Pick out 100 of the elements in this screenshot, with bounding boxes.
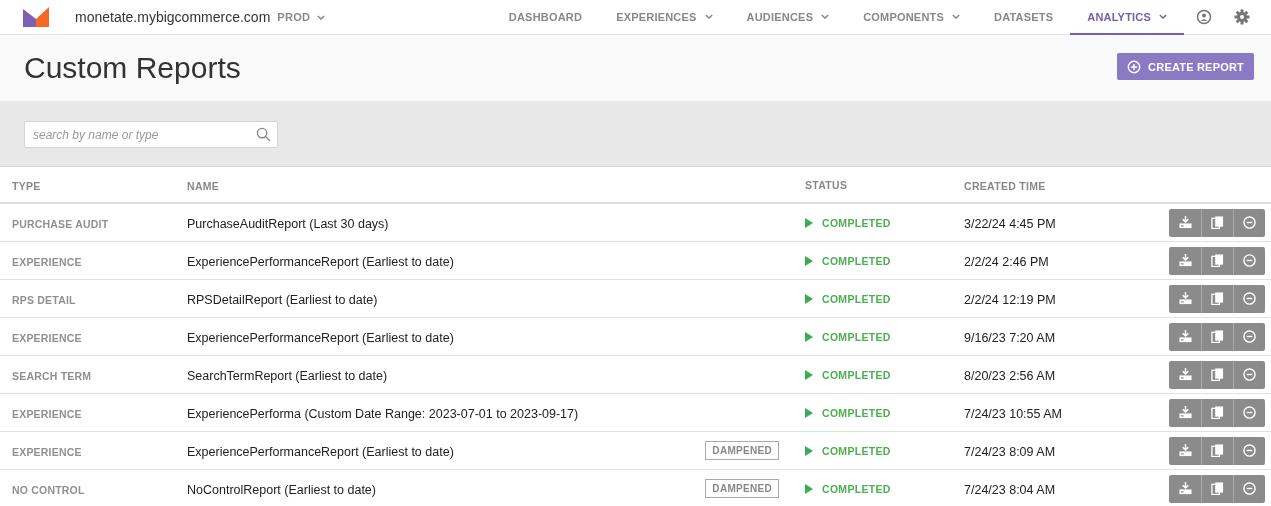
status-text: COMPLETED <box>822 292 891 305</box>
remove-button[interactable] <box>1233 474 1265 503</box>
table-cell: 8/20/23 2:56 AM <box>964 368 1056 383</box>
site-name: monetate.mybigcommerce.com <box>75 9 271 25</box>
status-text: COMPLETED <box>822 216 891 229</box>
copy-button[interactable] <box>1201 398 1233 427</box>
remove-button[interactable] <box>1233 360 1265 389</box>
environment-dropdown[interactable]: PROD <box>277 11 326 23</box>
table-cell: NO CONTROL <box>12 483 85 496</box>
table-cell: 2/2/24 12:19 PM <box>964 292 1056 307</box>
minus-circle-icon <box>1243 406 1256 419</box>
table-cell: ExperiencePerformanceReport (Earliest to date) <box>187 444 454 459</box>
nav-tab[interactable]: COMPONENTS <box>846 0 977 35</box>
table-cell: 7/24/23 8:09 AM <box>964 444 1056 459</box>
copy-button[interactable] <box>1201 284 1233 313</box>
play-icon <box>805 217 813 228</box>
column-header: CREATED TIME <box>964 179 1046 192</box>
table-cell: ExperiencePerformanceReport (Earliest to date) <box>187 254 454 269</box>
download-button[interactable] <box>1169 246 1201 275</box>
play-icon <box>805 369 813 380</box>
table-cell: ExperiencePerformanceReport (Earliest to date) <box>187 330 454 345</box>
column-header: NAME <box>187 179 220 192</box>
download-icon <box>1178 254 1192 267</box>
copy-button[interactable] <box>1201 322 1233 351</box>
copy-button[interactable] <box>1201 246 1233 275</box>
table-cell: EXPERIENCE <box>12 255 82 268</box>
table-cell: 9/16/23 7:20 AM <box>964 330 1056 345</box>
download-icon <box>1178 292 1192 305</box>
download-button[interactable] <box>1169 284 1201 313</box>
tag-badge: DAMPENED <box>705 479 779 498</box>
table-cell: ExperiencePerforma (Custom Date Range: 2023-07-01 to 2023-09-17) <box>187 406 579 421</box>
minus-circle-icon <box>1243 216 1256 229</box>
remove-button[interactable] <box>1233 436 1265 465</box>
play-icon <box>805 331 813 342</box>
download-button[interactable] <box>1169 208 1201 237</box>
table-cell: 2/2/24 2:46 PM <box>964 254 1049 269</box>
nav-tab[interactable]: AUDIENCES <box>729 0 847 35</box>
copy-icon <box>1211 368 1224 381</box>
table-cell: 7/24/23 10:55 AM <box>964 406 1062 421</box>
status-text: COMPLETED <box>822 444 891 457</box>
download-button[interactable] <box>1169 398 1201 427</box>
column-header: STATUS <box>805 178 848 191</box>
minus-circle-icon <box>1243 254 1256 267</box>
settings-icon[interactable] <box>1234 9 1250 25</box>
table-cell: RPS DETAIL <box>12 293 76 306</box>
status-text: COMPLETED <box>822 368 891 381</box>
copy-button[interactable] <box>1201 436 1233 465</box>
download-icon <box>1178 482 1192 495</box>
download-button[interactable] <box>1169 322 1201 351</box>
download-button[interactable] <box>1169 436 1201 465</box>
tag-badge: DAMPENED <box>705 441 779 460</box>
search-field[interactable]: search by name or type <box>24 121 278 148</box>
download-icon <box>1178 330 1192 343</box>
table-cell: 7/24/23 8:04 AM <box>964 482 1056 497</box>
table-cell: 3/22/24 4:45 PM <box>964 216 1056 231</box>
remove-button[interactable] <box>1233 208 1265 237</box>
copy-button[interactable] <box>1201 360 1233 389</box>
user-icon[interactable] <box>1196 9 1212 25</box>
copy-button[interactable] <box>1201 208 1233 237</box>
status-text: COMPLETED <box>822 254 891 267</box>
nav-tab[interactable]: DATASETS <box>977 0 1071 35</box>
minus-circle-icon <box>1243 292 1256 305</box>
remove-button[interactable] <box>1233 322 1265 351</box>
download-icon <box>1178 444 1192 457</box>
minus-circle-icon <box>1243 330 1256 343</box>
minus-circle-icon <box>1243 444 1256 457</box>
copy-icon <box>1211 406 1224 419</box>
minus-circle-icon <box>1243 368 1256 381</box>
table-cell: PURCHASE AUDIT <box>12 217 109 230</box>
status-text: COMPLETED <box>822 330 891 343</box>
play-icon <box>805 293 813 304</box>
status-text: COMPLETED <box>822 406 891 419</box>
play-icon <box>805 255 813 266</box>
nav-tab[interactable]: EXPERIENCES <box>599 0 730 35</box>
create-report-button[interactable]: CREATE REPORT <box>1117 53 1254 80</box>
copy-button[interactable] <box>1201 474 1233 503</box>
download-icon <box>1178 216 1192 229</box>
plus-circle-icon <box>1127 59 1142 74</box>
download-icon <box>1178 368 1192 381</box>
copy-icon <box>1211 292 1224 305</box>
table-cell: EXPERIENCE <box>12 331 82 344</box>
minus-circle-icon <box>1243 482 1256 495</box>
page-title: Custom Reports <box>24 51 241 85</box>
table-cell: SearchTermReport (Earliest to date) <box>187 368 388 383</box>
remove-button[interactable] <box>1233 398 1265 427</box>
copy-icon <box>1211 330 1224 343</box>
table-cell: SEARCH TERM <box>12 369 92 382</box>
column-header: TYPE <box>12 179 41 192</box>
play-icon <box>805 407 813 418</box>
copy-icon <box>1211 254 1224 267</box>
search-icon <box>256 127 271 142</box>
remove-button[interactable] <box>1233 246 1265 275</box>
download-button[interactable] <box>1169 360 1201 389</box>
remove-button[interactable] <box>1233 284 1265 313</box>
copy-icon <box>1211 482 1224 495</box>
nav-tab[interactable]: DASHBOARD <box>491 0 600 35</box>
download-button[interactable] <box>1169 474 1201 503</box>
copy-icon <box>1211 444 1224 457</box>
table-cell: EXPERIENCE <box>12 407 82 420</box>
play-icon <box>805 445 813 456</box>
